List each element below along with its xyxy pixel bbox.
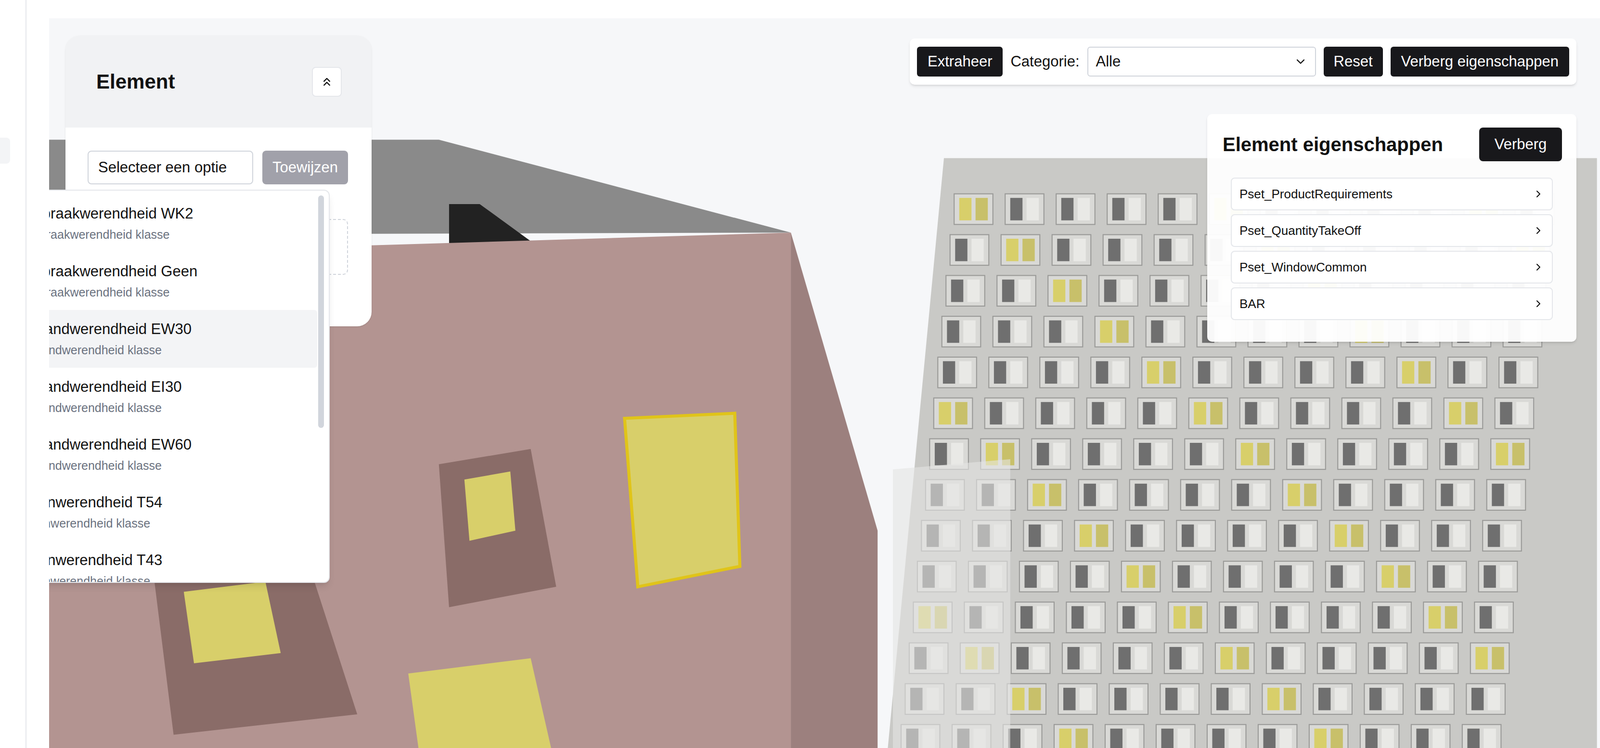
properties-title: Element eigenschappen — [1222, 129, 1444, 159]
property-set-name: Pset_QuantityTakeOff — [1239, 221, 1361, 241]
dropdown-option[interactable]: Zonwerendheid T43 Zonwerendheid klasse — [49, 541, 318, 583]
left-rail — [0, 0, 50, 748]
option-label: Brandwerendheid EW30 — [49, 320, 318, 338]
chevrons-up-icon — [320, 75, 334, 89]
dropdown-option[interactable]: Inbraakwerendheid Geen Inbraakwerendheid … — [49, 252, 318, 310]
option-category: Inbraakwerendheid klasse — [49, 227, 318, 242]
dropdown-scrollbar[interactable] — [318, 195, 324, 428]
option-category: Zonwerendheid klasse — [49, 573, 318, 583]
main-area: Extraheer Categorie: Alle ResetVerberg eige… — [49, 0, 1600, 748]
app: Extraheer Categorie: Alle ResetVerberg eige… — [0, 0, 1600, 748]
property-set-row[interactable]: BAR — [1230, 287, 1553, 321]
category-value: Alle — [1096, 50, 1122, 74]
property-set-row[interactable]: Pset_WindowCommon — [1230, 250, 1553, 284]
assign-button[interactable]: Toewijzen — [262, 150, 349, 185]
properties-panel: Element eigenschappen Verberg Pset_Product… — [1207, 114, 1577, 342]
collapse-button[interactable] — [311, 66, 342, 97]
extract-button[interactable]: Extraheer — [916, 46, 1003, 77]
reset-button[interactable]: Reset — [1323, 46, 1383, 77]
property-set-name: BAR — [1239, 294, 1265, 314]
toggle-properties-button[interactable]: Verberg eigenschappen — [1390, 46, 1570, 77]
dropdown-option[interactable]: Brandwerendheid EW30 Brandwerendheid klas… — [49, 309, 318, 368]
option-category: Inbraakwerendheid klasse — [49, 284, 318, 300]
property-set-row[interactable]: Pset_QuantityTakeOff — [1230, 214, 1553, 247]
option-dropdown: Inbraakwerendheid WK2 Inbraakwerendheid k… — [49, 189, 330, 583]
option-category: Zonwerendheid klasse — [49, 516, 318, 531]
property-set-name: Pset_ProductRequirements — [1239, 184, 1393, 204]
dropdown-option[interactable]: Brandwerendheid EI30 Brandwerendheid klas… — [49, 367, 318, 426]
hide-properties-button[interactable]: Verberg — [1479, 127, 1562, 162]
properties-header: Element eigenschappen Verberg — [1222, 127, 1562, 162]
dropdown-option[interactable]: Brandwerendheid EW60 Brandwerendheid klas… — [49, 425, 318, 484]
option-category: Brandwerendheid klasse — [49, 458, 318, 473]
option-label: Zonwerendheid T54 — [49, 493, 318, 512]
dropdown-option[interactable]: Zonwerendheid T54 Zonwerendheid klasse — [49, 483, 318, 542]
category-label: Categorie: — [1010, 50, 1080, 74]
option-category: Brandwerendheid klasse — [49, 342, 318, 358]
option-select[interactable]: Selecteer een optie — [87, 150, 254, 185]
property-set-list: Pset_ProductRequirements Pset_QuantityTak… — [1222, 177, 1562, 321]
chevron-right-icon — [1532, 224, 1545, 237]
rail-tab[interactable] — [0, 137, 11, 164]
chevron-right-icon — [1532, 188, 1545, 200]
chevron-right-icon — [1532, 261, 1545, 273]
element-panel-header: Element — [65, 35, 372, 128]
option-label: Inbraakwerendheid Geen — [49, 262, 318, 281]
option-label: Zonwerendheid T43 — [49, 551, 318, 569]
option-label: Brandwerendheid EI30 — [49, 378, 318, 396]
chevron-down-icon — [1293, 54, 1308, 69]
element-panel-title: Element — [96, 66, 175, 97]
option-label: Inbraakwerendheid WK2 — [49, 205, 318, 223]
property-set-name: Pset_WindowCommon — [1239, 258, 1367, 277]
assign-row: Selecteer een optieToewijzen — [87, 150, 350, 185]
rail-divider — [25, 0, 27, 748]
property-set-row[interactable]: Pset_ProductRequirements — [1230, 177, 1553, 211]
chevron-right-icon — [1532, 297, 1545, 310]
dropdown-option[interactable]: Inbraakwerendheid WK2 Inbraakwerendheid k… — [49, 194, 318, 253]
option-label: Brandwerendheid EW60 — [49, 436, 318, 454]
toolbar: Extraheer Categorie: Alle ResetVerberg eige… — [909, 38, 1577, 85]
option-category: Brandwerendheid klasse — [49, 400, 318, 415]
category-select[interactable]: Alle — [1087, 46, 1317, 77]
model-viewport[interactable]: Extraheer Categorie: Alle ResetVerberg eige… — [49, 18, 1600, 748]
